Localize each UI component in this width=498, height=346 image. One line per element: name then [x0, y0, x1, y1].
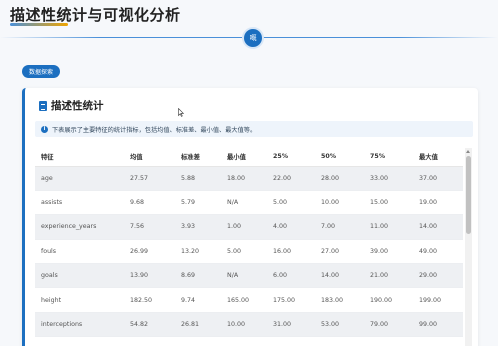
- table-cell: 5.00: [221, 239, 267, 265]
- table-row: age 27.57 5.88 18.00 22.00 28.00 33.00 3…: [35, 166, 463, 191]
- table-cell: 79.00: [364, 312, 413, 338]
- table-row: assists 9.68 5.79 N/A 5.00 10.00 15.00 1…: [35, 190, 463, 216]
- table-cell: 19.00: [413, 190, 463, 216]
- table-cell: [267, 336, 315, 346]
- table-cell: [221, 336, 267, 346]
- table-cell: 16.00: [267, 239, 315, 265]
- scroll-up-icon[interactable]: [466, 150, 470, 153]
- table-cell: 6.00: [267, 263, 315, 289]
- table-cell: 27.57: [124, 166, 175, 191]
- table-cell: 199.00: [413, 287, 463, 313]
- stats-table-container: 特征 均值 标准差 最小值 25% 50% 75% 最大值 age 27.57 …: [35, 148, 473, 346]
- document-icon: [39, 100, 47, 111]
- column-header: 75%: [364, 148, 413, 167]
- table-cell: 9.68: [124, 190, 175, 216]
- mouse-cursor-icon: [178, 108, 184, 117]
- table-cell: 18.00: [221, 166, 267, 191]
- table-cell: 29.00: [413, 263, 463, 289]
- table-cell: 175.00: [267, 287, 315, 313]
- card-header: 描述性统计: [39, 98, 104, 113]
- table-cell: height: [35, 287, 124, 313]
- info-icon: i: [41, 125, 48, 133]
- table-cell: N/A: [221, 190, 267, 216]
- table-cell: 11.00: [364, 214, 413, 240]
- table-cell: 26.81: [175, 312, 221, 338]
- page-title: 描述性统计与可视化分析: [10, 6, 181, 24]
- table-cell: 39.00: [364, 239, 413, 265]
- table-cell: 5.79: [175, 190, 221, 216]
- table-cell: 1.00: [221, 214, 267, 240]
- table-cell: interceptions: [35, 312, 124, 338]
- table-cell: [124, 336, 175, 346]
- table-cell: [175, 336, 221, 346]
- column-header: 50%: [315, 148, 364, 167]
- table-cell: 99.00: [413, 312, 463, 338]
- table-cell: 49.00: [413, 239, 463, 265]
- table-cell: 182.50: [124, 287, 175, 313]
- table-cell: 26.99: [124, 239, 175, 265]
- table-cell: experience_years: [35, 214, 124, 240]
- descriptive-stats-card: 描述性统计 i 下表展示了主要特征的统计指标，包括均值、标准差、最小值、最大值等…: [22, 88, 478, 346]
- table-cell: 28.00: [315, 166, 364, 191]
- table-cell: N/A: [221, 263, 267, 289]
- card-title: 描述性统计: [51, 100, 104, 112]
- table-cell: age: [35, 166, 124, 191]
- table-cell: [315, 336, 364, 346]
- table-cell: 10.00: [315, 190, 364, 216]
- column-header: 最大值: [413, 148, 463, 167]
- table-cell: 27.00: [315, 239, 364, 265]
- table-cell: 183.00: [315, 287, 364, 313]
- table-scrollbar[interactable]: [465, 148, 472, 346]
- table-cell: 14.00: [315, 263, 364, 289]
- table-row: [35, 336, 463, 346]
- table-cell: 15.00: [364, 190, 413, 216]
- table-header-row: 特征 均值 标准差 最小值 25% 50% 75% 最大值: [35, 148, 463, 167]
- table-cell: [413, 336, 463, 346]
- table-cell: 5.88: [175, 166, 221, 191]
- table-cell: 53.00: [315, 312, 364, 338]
- table-row: interceptions 54.82 26.81 10.00 31.00 53…: [35, 312, 463, 338]
- stats-table: 特征 均值 标准差 最小值 25% 50% 75% 最大值 age 27.57 …: [35, 148, 463, 346]
- table-row: goals 13.90 8.69 N/A 6.00 14.00 21.00 29…: [35, 263, 463, 289]
- table-cell: 7.00: [315, 214, 364, 240]
- column-header: 最小值: [221, 148, 267, 167]
- table-cell: 33.00: [364, 166, 413, 191]
- table-cell: 5.00: [267, 190, 315, 216]
- divider-badge-icon: 嘅: [244, 29, 262, 47]
- data-explore-tab-button[interactable]: 数据探索: [22, 65, 61, 78]
- table-cell: 31.00: [267, 312, 315, 338]
- table-cell: 190.00: [364, 287, 413, 313]
- table-cell: assists: [35, 190, 124, 216]
- info-text: 下表展示了主要特征的统计指标，包括均值、标准差、最小值、最大值等。: [52, 126, 257, 134]
- column-header: 均值: [124, 148, 175, 167]
- column-header: 特征: [35, 148, 124, 167]
- scrollbar-thumb[interactable]: [466, 156, 471, 234]
- table-row: experience_years 7.56 3.93 1.00 4.00 7.0…: [35, 214, 463, 240]
- table-cell: 10.00: [221, 312, 267, 338]
- table-cell: fouls: [35, 239, 124, 265]
- table-cell: 9.74: [175, 287, 221, 313]
- table-cell: 8.69: [175, 263, 221, 289]
- table-cell: 54.82: [124, 312, 175, 338]
- table-cell: 21.00: [364, 263, 413, 289]
- table-cell: 13.90: [124, 263, 175, 289]
- table-cell: 7.56: [124, 214, 175, 240]
- table-cell: 22.00: [267, 166, 315, 191]
- table-cell: 37.00: [413, 166, 463, 191]
- table-cell: [35, 336, 124, 346]
- table-cell: [364, 336, 413, 346]
- table-cell: 4.00: [267, 214, 315, 240]
- table-cell: 13.20: [175, 239, 221, 265]
- column-header: 标准差: [175, 148, 221, 167]
- column-header: 25%: [267, 148, 315, 167]
- table-row: height 182.50 9.74 165.00 175.00 183.00 …: [35, 287, 463, 313]
- table-cell: 165.00: [221, 287, 267, 313]
- info-notice: i 下表展示了主要特征的统计指标，包括均值、标准差、最小值、最大值等。: [35, 121, 473, 137]
- table-row: fouls 26.99 13.20 5.00 16.00 27.00 39.00…: [35, 239, 463, 265]
- table-cell: 14.00: [413, 214, 463, 240]
- title-underline: [10, 23, 68, 26]
- table-cell: 3.93: [175, 214, 221, 240]
- table-cell: goals: [35, 263, 124, 289]
